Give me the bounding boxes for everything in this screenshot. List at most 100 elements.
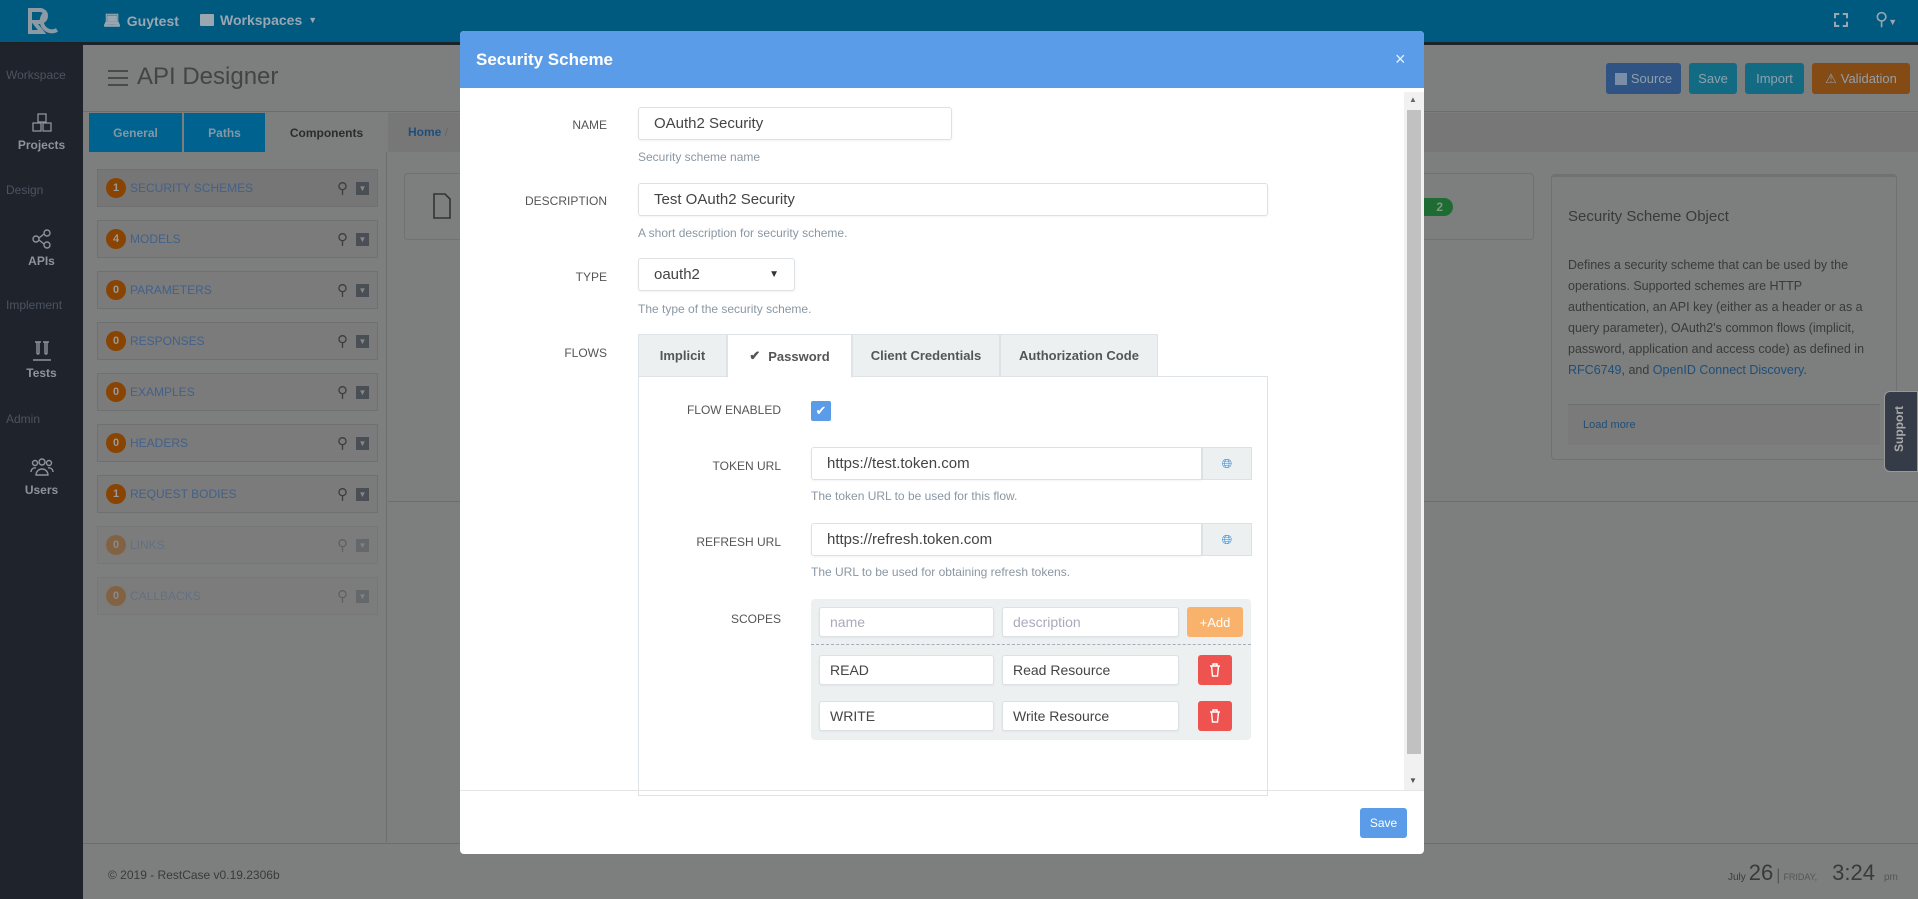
flow-enabled-label: FLOW ENABLED	[686, 403, 781, 417]
laptop-icon: 💻︎	[103, 12, 121, 28]
delete-scope-button[interactable]	[1198, 655, 1232, 685]
chevron-down-icon[interactable]: ▼	[356, 487, 369, 501]
component-item[interactable]: 0 RESPONSES ⚲ ▼	[97, 322, 378, 360]
info-text: Defines a security scheme that can be us…	[1568, 258, 1865, 377]
divider	[460, 790, 1424, 791]
trash-icon	[1210, 709, 1220, 723]
description-input[interactable]: Test OAuth2 Security	[638, 183, 1268, 216]
divider	[811, 644, 1251, 645]
chevron-down-icon[interactable]: ▼	[356, 181, 369, 195]
flow-tab-password[interactable]: ✔ Password	[727, 334, 852, 378]
search-icon[interactable]: ⚲	[337, 179, 348, 197]
js-file-icon	[1614, 72, 1627, 85]
token-url-input[interactable]: https://test.token.com	[811, 447, 1202, 480]
chevron-down-icon[interactable]: ▼	[356, 232, 369, 246]
validation-button[interactable]: ⚠ Validation	[1812, 63, 1910, 94]
load-more-link[interactable]: Load more	[1568, 404, 1880, 445]
tab-components[interactable]: Components	[267, 113, 386, 152]
chevron-down-icon[interactable]: ▼	[356, 385, 369, 399]
component-label: HEADERS	[130, 436, 189, 450]
cubes-icon	[31, 113, 52, 132]
info-panel: Security Scheme Object Defines a securit…	[1551, 174, 1897, 460]
name-help: Security scheme name	[638, 150, 761, 164]
openid-link[interactable]: OpenID Connect Discovery	[1653, 363, 1804, 377]
type-select[interactable]: oauth2 ▼	[638, 258, 795, 291]
search-icon[interactable]: ⚲	[337, 536, 348, 554]
scrollbar-thumb[interactable]	[1407, 110, 1421, 754]
component-item[interactable]: 0 HEADERS ⚲ ▼	[97, 424, 378, 462]
flow-enabled-checkbox[interactable]: ✔	[811, 401, 831, 421]
user-menu-icon[interactable]: ⚲▼	[1875, 9, 1897, 30]
sidebar-item-projects[interactable]: Projects	[0, 112, 83, 152]
type-help: The type of the security scheme.	[638, 302, 812, 316]
scopes-box: name description + Add READ Read Resource W…	[811, 599, 1251, 740]
scrollbar[interactable]: ▲ ▼	[1404, 92, 1424, 790]
security-scheme-modal: Security Scheme × NAME OAuth2 Security S…	[460, 31, 1424, 854]
scope-description-input[interactable]: description	[1002, 607, 1179, 637]
scope-name-input[interactable]: name	[819, 607, 994, 637]
chevron-down-icon[interactable]: ▼	[356, 589, 369, 603]
add-scope-button[interactable]: + Add	[1187, 607, 1243, 637]
support-tab[interactable]: Support	[1884, 391, 1918, 472]
fullscreen-icon[interactable]	[1834, 13, 1848, 27]
tab-general[interactable]: General	[89, 113, 182, 152]
flow-tab-client-credentials[interactable]: Client Credentials	[852, 334, 1000, 377]
breadcrumb-home[interactable]: Home	[408, 125, 441, 139]
caret-down-icon: ▼	[769, 269, 779, 280]
delete-scope-button[interactable]	[1198, 701, 1232, 731]
workspaces-dropdown[interactable]: Workspaces ▼	[200, 12, 317, 28]
sidebar-item-tests[interactable]: Tests	[0, 340, 83, 380]
sidebar-section-implement: Implement	[6, 298, 63, 312]
restcase-logo[interactable]	[27, 7, 59, 35]
component-label: SECURITY SCHEMES	[130, 181, 254, 195]
component-item[interactable]: 0 LINKS ⚲ ▼	[97, 526, 378, 564]
refresh-url-input[interactable]: https://refresh.token.com	[811, 523, 1202, 556]
modal-save-button[interactable]: Save	[1360, 808, 1407, 838]
flow-tab-implicit[interactable]: Implicit	[638, 334, 727, 377]
search-icon[interactable]: ⚲	[337, 434, 348, 452]
sidebar-item-users[interactable]: Users	[0, 457, 83, 497]
search-icon[interactable]: ⚲	[337, 383, 348, 401]
component-item[interactable]: 0 PARAMETERS ⚲ ▼	[97, 271, 378, 309]
import-button[interactable]: Import	[1745, 63, 1804, 94]
component-item[interactable]: 1 SECURITY SCHEMES ⚲ ▼	[97, 169, 378, 207]
tab-paths[interactable]: Paths	[184, 113, 265, 152]
count-badge: 0	[106, 586, 126, 606]
search-icon[interactable]: ⚲	[337, 332, 348, 350]
workspace-link[interactable]: 💻︎ Guytest	[103, 12, 179, 29]
globe-icon[interactable]: 🌐︎	[1202, 523, 1252, 556]
source-button[interactable]: Source	[1606, 63, 1681, 94]
scope-description-input[interactable]: Write Resource	[1002, 701, 1179, 731]
component-label: EXAMPLES	[130, 385, 195, 399]
scope-name-input[interactable]: READ	[819, 655, 994, 685]
component-item[interactable]: 1 REQUEST BODIES ⚲ ▼	[97, 475, 378, 513]
save-button[interactable]: Save	[1689, 63, 1737, 94]
chevron-down-icon[interactable]: ▼	[356, 436, 369, 450]
component-item[interactable]: 0 CALLBACKS ⚲ ▼	[97, 577, 378, 615]
component-item[interactable]: 0 EXAMPLES ⚲ ▼	[97, 373, 378, 411]
page-title: API Designer	[137, 63, 279, 90]
chevron-down-icon[interactable]: ▼	[356, 334, 369, 348]
description-help: A short description for security scheme.	[638, 226, 848, 240]
component-item[interactable]: 4 MODELS ⚲ ▼	[97, 220, 378, 258]
sidebar-item-apis[interactable]: APIs	[0, 228, 83, 268]
chevron-down-icon[interactable]: ▼	[356, 538, 369, 552]
search-icon[interactable]: ⚲	[337, 485, 348, 503]
name-input[interactable]: OAuth2 Security	[638, 107, 952, 140]
count-badge: 0	[106, 433, 126, 453]
search-icon[interactable]: ⚲	[337, 281, 348, 299]
rfc6749-link[interactable]: RFC6749	[1568, 363, 1622, 377]
close-icon[interactable]: ×	[1395, 49, 1406, 70]
count-badge: 1	[106, 178, 126, 198]
scope-description-input[interactable]: Read Resource	[1002, 655, 1179, 685]
globe-icon[interactable]: 🌐︎	[1202, 447, 1252, 480]
scope-name-input[interactable]: WRITE	[819, 701, 994, 731]
hamburger-icon[interactable]	[108, 70, 128, 86]
chevron-down-icon[interactable]: ▼	[356, 283, 369, 297]
search-icon[interactable]: ⚲	[337, 587, 348, 605]
flow-tab-authorization-code[interactable]: Authorization Code	[1000, 334, 1158, 377]
search-icon[interactable]: ⚲	[337, 230, 348, 248]
count-badge: 0	[106, 331, 126, 351]
scroll-down-icon: ▼	[1409, 776, 1417, 785]
copyright: © 2019 - RestCase v0.19.2306b	[108, 868, 280, 882]
